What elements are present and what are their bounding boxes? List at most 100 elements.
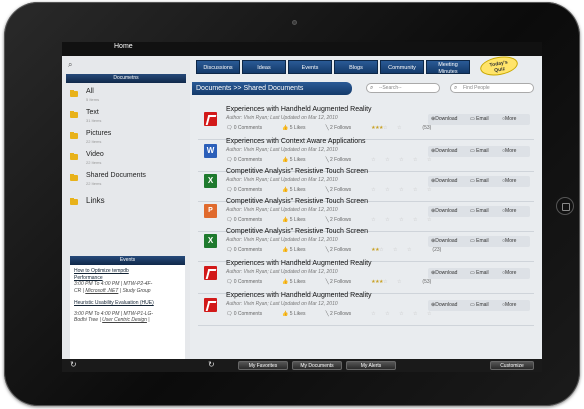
- customize-button[interactable]: Customize: [490, 361, 534, 370]
- download-button[interactable]: ⊕Download: [431, 116, 457, 122]
- follows-count[interactable]: ╲ 2 Follows: [326, 217, 362, 223]
- document-title[interactable]: Experiences with Handheld Augmented Real…: [226, 106, 372, 113]
- library-name: Video: [86, 151, 104, 158]
- search-placeholder: --Search--: [379, 85, 402, 91]
- search-icon[interactable]: ⌕: [68, 60, 78, 70]
- more-button[interactable]: ○More: [502, 178, 516, 184]
- more-button[interactable]: ○More: [502, 302, 516, 308]
- more-button[interactable]: ○More: [502, 148, 516, 154]
- tablet-frame: Home ⌕ Documetns All 5 Items Text 31 Ite…: [4, 2, 580, 406]
- more-button[interactable]: ○More: [502, 116, 516, 122]
- document-stats: 🗨 0 Comments 👍 5 Likes ╲ 2 Follows ★★★☆ ☆ (5…: [226, 125, 441, 131]
- rating-stars[interactable]: ★★★☆ ☆: [371, 279, 411, 285]
- library-name: All: [86, 88, 94, 95]
- rating-stars[interactable]: ☆ ☆ ☆ ☆ ☆: [371, 157, 441, 163]
- follows-count[interactable]: ╲ 2 Follows: [326, 247, 362, 253]
- email-label: Email: [476, 302, 489, 308]
- more-button[interactable]: ○More: [502, 270, 516, 276]
- more-button[interactable]: ○More: [502, 208, 516, 214]
- document-author: Author: Vivin Ryan; Last Updated on Mar …: [226, 207, 338, 213]
- document-title[interactable]: Experiences with Context Aware Applicati…: [226, 138, 366, 145]
- document-title[interactable]: Competitive Analysis" Resistive Touch Sc…: [226, 228, 368, 235]
- tab-blogs[interactable]: Blogs: [334, 60, 378, 74]
- comments-count[interactable]: 🗨 0 Comments: [226, 187, 272, 193]
- rating-stars[interactable]: ☆ ☆ ☆ ☆ ☆: [371, 187, 441, 193]
- download-button[interactable]: ⊕Download: [431, 302, 457, 308]
- email-button[interactable]: ▭ Email: [470, 178, 489, 184]
- refresh-icon[interactable]: ↻: [208, 360, 215, 369]
- email-button[interactable]: ▭ Email: [470, 208, 489, 214]
- tab-discussions[interactable]: Discussions: [196, 60, 240, 74]
- refresh-icon[interactable]: ↻: [70, 360, 77, 369]
- download-button[interactable]: ⊕Download: [431, 270, 457, 276]
- download-label: Download: [435, 116, 458, 122]
- word-icon: W: [204, 144, 217, 158]
- likes-count[interactable]: 👍 5 Likes: [282, 187, 315, 193]
- follows-count[interactable]: ╲ 2 Follows: [326, 279, 362, 285]
- email-button[interactable]: ▭ Email: [470, 116, 489, 122]
- document-author: Author: Vivin Ryan; Last Updated on Mar …: [226, 177, 338, 183]
- comments-count[interactable]: 🗨 0 Comments: [226, 279, 272, 285]
- document-row[interactable]: Experiences with Handheld Augmented Real…: [198, 290, 534, 326]
- library-count: 22 Items: [86, 181, 102, 186]
- document-title[interactable]: Experiences with Handheld Augmented Real…: [226, 260, 372, 267]
- tab-events[interactable]: Events: [288, 60, 332, 74]
- library-name: Shared Documents: [86, 172, 146, 179]
- email-button[interactable]: ▭ Email: [470, 302, 489, 308]
- tab-meeting-minutes[interactable]: Meeting Minutes: [426, 60, 470, 75]
- todays-quiz-badge[interactable]: Today's Quiz: [478, 53, 520, 79]
- library-count: 5 Items: [86, 97, 100, 102]
- likes-count[interactable]: 👍 5 Likes: [282, 157, 315, 163]
- document-row[interactable]: Experiences with Handheld Augmented Real…: [198, 104, 534, 140]
- comments-count[interactable]: 🗨 0 Comments: [226, 157, 272, 163]
- rating-stars[interactable]: ★★☆ ☆ ☆: [371, 247, 421, 253]
- rating-votes: (53): [422, 125, 432, 131]
- event-meta-line: Bodhi Tree | User Centric Design |: [74, 317, 181, 324]
- likes-count[interactable]: 👍 5 Likes: [282, 217, 315, 223]
- document-search-input[interactable]: ⌕ --Search--: [366, 83, 440, 93]
- rating-stars[interactable]: ☆ ☆ ☆ ☆ ☆: [371, 311, 441, 317]
- follows-count[interactable]: ╲ 2 Follows: [326, 157, 362, 163]
- download-button[interactable]: ⊕Download: [431, 208, 457, 214]
- my-documents-button[interactable]: My Documents: [292, 361, 342, 370]
- follows-count[interactable]: ╲ 2 Follows: [326, 125, 362, 131]
- email-button[interactable]: ▭ Email: [470, 270, 489, 276]
- likes-count[interactable]: 👍 5 Likes: [282, 279, 315, 285]
- email-button[interactable]: ▭ Email: [470, 238, 489, 244]
- event-category-link[interactable]: Microsoft .NET: [85, 288, 118, 294]
- comments-count[interactable]: 🗨 0 Comments: [226, 311, 272, 317]
- home-hardware-button[interactable]: [556, 197, 574, 215]
- likes-label: 5 Likes: [289, 247, 306, 253]
- document-row[interactable]: Experiences with Handheld Augmented Real…: [198, 258, 534, 294]
- email-button[interactable]: ▭ Email: [470, 148, 489, 154]
- document-title[interactable]: Competitive Analysis" Resistive Touch Sc…: [226, 168, 368, 175]
- event-title-link[interactable]: How to Optimize tempdb Performance: [74, 268, 181, 281]
- event-category-link[interactable]: User Centric Design: [102, 317, 147, 323]
- tab-ideas[interactable]: Ideas: [242, 60, 286, 74]
- download-button[interactable]: ⊕Download: [431, 178, 457, 184]
- comments-count[interactable]: 🗨 0 Comments: [226, 217, 272, 223]
- comments-count[interactable]: 🗨 0 Comments: [226, 125, 272, 131]
- tab-community[interactable]: Community: [380, 60, 424, 74]
- document-row[interactable]: X Competitive Analysis" Resistive Touch S…: [198, 226, 534, 262]
- likes-count[interactable]: 👍 5 Likes: [282, 125, 315, 131]
- my-alerts-button[interactable]: My Alerts: [346, 361, 396, 370]
- rating-stars[interactable]: ☆ ☆ ☆ ☆ ☆: [371, 217, 441, 223]
- likes-count[interactable]: 👍 5 Likes: [282, 247, 315, 253]
- likes-count[interactable]: 👍 5 Likes: [282, 311, 315, 317]
- find-people-input[interactable]: ⌕ Find People: [450, 83, 534, 93]
- document-title[interactable]: Competitive Analysis" Resistive Touch Sc…: [226, 198, 368, 205]
- more-button[interactable]: ○More: [502, 238, 516, 244]
- comments-count[interactable]: 🗨 0 Comments: [226, 247, 272, 253]
- event-title-link[interactable]: Heuristic Usability Evaluation (HUE): [74, 300, 181, 307]
- document-title[interactable]: Experiences with Handheld Augmented Real…: [226, 292, 372, 299]
- likes-label: 5 Likes: [289, 157, 306, 163]
- search-icon: ⌕: [454, 85, 458, 91]
- follows-count[interactable]: ╲ 2 Follows: [326, 187, 362, 193]
- download-button[interactable]: ⊕Download: [431, 238, 457, 244]
- download-button[interactable]: ⊕Download: [431, 148, 457, 154]
- rating-stars[interactable]: ★★★☆ ☆: [371, 125, 411, 131]
- my-favorites-button[interactable]: My Favorites: [238, 361, 288, 370]
- email-label: Email: [476, 116, 489, 122]
- follows-count[interactable]: ╲ 2 Follows: [326, 311, 362, 317]
